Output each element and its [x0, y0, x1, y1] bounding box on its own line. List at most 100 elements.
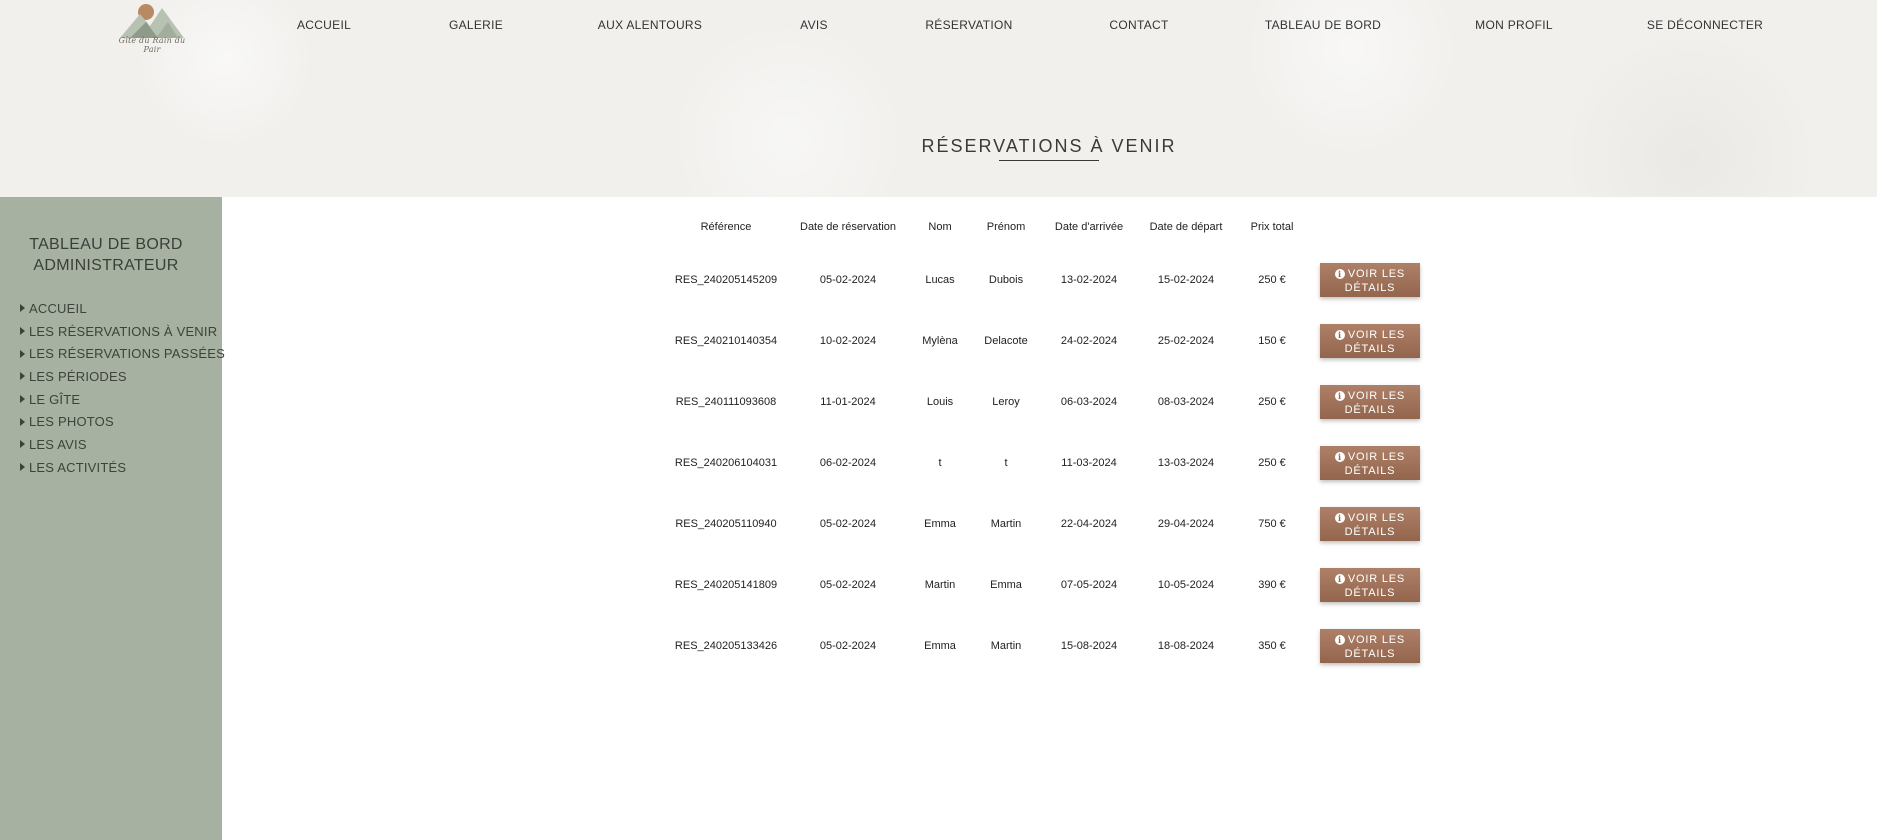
info-icon: i	[1334, 513, 1345, 523]
logo-text: Gîte du Rain du Pair	[118, 36, 186, 54]
table-row: RES_240205110940 05-02-2024 Emma Martin …	[0, 507, 1877, 541]
nav-reservation[interactable]: RÉSERVATION	[925, 18, 1012, 32]
cell-prenom: t	[1004, 457, 1008, 469]
button-label-line2: DÉTAILS	[1344, 587, 1396, 599]
view-details-button[interactable]: i VOIR LES DÉTAILS	[1320, 568, 1420, 602]
cell-date-arrivee: 11-03-2024	[1061, 457, 1117, 469]
nav-tableau-de-bord[interactable]: TABLEAU DE BORD	[1265, 18, 1381, 32]
table-row: RES_240205133426 05-02-2024 Emma Martin …	[0, 629, 1877, 663]
view-details-button[interactable]: i VOIR LES DÉTAILS	[1320, 263, 1420, 297]
nav-avis[interactable]: AVIS	[800, 18, 828, 32]
cell-prix-total: 150 €	[1258, 335, 1286, 347]
cell-prenom: Dubois	[988, 274, 1024, 286]
cell-reference: RES_240205110940	[675, 518, 777, 530]
button-label-line2: DÉTAILS	[1344, 343, 1396, 355]
cell-nom: Emma	[924, 518, 956, 530]
cell-prenom: Delacote	[984, 335, 1028, 347]
cell-reference: RES_240205145209	[674, 274, 778, 286]
cell-date-reservation: 11-01-2024	[820, 396, 876, 408]
header-date-arrivee: Date d'arrivée	[1054, 221, 1124, 233]
sidebar-title-line1: TABLEAU DE BORD	[29, 236, 183, 253]
table-row: RES_240206104031 06-02-2024 t t 11-03-20…	[0, 446, 1877, 480]
cell-date-arrivee: 24-02-2024	[1060, 335, 1118, 347]
caret-right-icon	[20, 304, 25, 313]
table-row: RES_240205145209 05-02-2024 Lucas Dubois…	[0, 263, 1877, 297]
cell-reference: RES_240206104031	[674, 457, 778, 469]
button-label-line2: DÉTAILS	[1344, 648, 1396, 660]
header-reference: Référence	[700, 221, 752, 233]
button-label-line1: VOIR LES	[1347, 512, 1406, 524]
nav-mon-profil[interactable]: MON PROFIL	[1475, 18, 1553, 32]
cell-reference: RES_240205141809	[674, 579, 778, 591]
cell-date-depart: 10-05-2024	[1157, 579, 1215, 591]
cell-date-depart: 29-04-2024	[1157, 518, 1215, 530]
title-underline	[999, 160, 1099, 161]
info-icon: i	[1334, 574, 1345, 584]
button-label-line1: VOIR LES	[1347, 573, 1406, 585]
cell-date-depart: 08-03-2024	[1157, 396, 1215, 408]
table-row: RES_240205141809 05-02-2024 Martin Emma …	[0, 568, 1877, 602]
cell-nom: t	[938, 457, 942, 469]
header-date-reservation: Date de réservation	[800, 221, 896, 233]
cell-nom: Mylèna	[922, 335, 958, 347]
view-details-button[interactable]: i VOIR LES DÉTAILS	[1320, 446, 1420, 480]
cell-date-arrivee: 06-03-2024	[1060, 396, 1118, 408]
header-prenom: Prénom	[986, 221, 1026, 233]
caret-right-icon	[20, 372, 25, 381]
info-icon: i	[1334, 391, 1345, 401]
cell-nom: Emma	[924, 640, 956, 652]
cell-date-reservation: 06-02-2024	[819, 457, 877, 469]
info-icon: i	[1334, 452, 1345, 462]
cell-date-arrivee: 15-08-2024	[1060, 640, 1118, 652]
sidebar-item-label: ACCUEIL	[29, 300, 87, 316]
cell-prenom: Martin	[990, 518, 1022, 530]
cell-prix-total: 250 €	[1258, 457, 1286, 469]
cell-date-reservation: 05-02-2024	[819, 640, 877, 652]
header-nom: Nom	[928, 221, 952, 233]
table-row: RES_240210140354 10-02-2024 Mylèna Delac…	[0, 324, 1877, 358]
cell-date-depart: 25-02-2024	[1157, 335, 1215, 347]
cell-nom: Louis	[926, 396, 954, 408]
info-icon: i	[1334, 269, 1345, 279]
nav-aux-alentours[interactable]: AUX ALENTOURS	[598, 18, 702, 32]
button-label-line1: VOIR LES	[1347, 634, 1406, 646]
view-details-button[interactable]: i VOIR LES DÉTAILS	[1320, 324, 1420, 358]
cell-nom: Martin	[924, 579, 956, 591]
button-label-line1: VOIR LES	[1347, 390, 1406, 402]
header-date-depart: Date de départ	[1149, 221, 1223, 233]
main-nav: ACCUEIL GALERIE AUX ALENTOURS AVIS RÉSER…	[0, 18, 1877, 38]
cell-date-arrivee: 13-02-2024	[1060, 274, 1118, 286]
cell-reference: RES_240111093608	[675, 396, 777, 408]
cell-prix-total: 350 €	[1258, 640, 1286, 652]
cell-prenom: Leroy	[992, 396, 1020, 408]
cell-date-reservation: 05-02-2024	[819, 579, 877, 591]
button-label-line2: DÉTAILS	[1344, 526, 1396, 538]
table-row: RES_240111093608 11-01-2024 Louis Leroy …	[0, 385, 1877, 419]
page-title: RÉSERVATIONS À VENIR	[921, 136, 1177, 156]
button-label-line2: DÉTAILS	[1344, 282, 1396, 294]
cell-date-depart: 13-03-2024	[1157, 457, 1215, 469]
header-band: Gîte du Rain du Pair ACCUEIL GALERIE AUX…	[0, 0, 1877, 197]
cell-reference: RES_240205133426	[674, 640, 778, 652]
nav-galerie[interactable]: GALERIE	[449, 18, 503, 32]
view-details-button[interactable]: i VOIR LES DÉTAILS	[1320, 385, 1420, 419]
view-details-button[interactable]: i VOIR LES DÉTAILS	[1320, 507, 1420, 541]
cell-nom: Lucas	[925, 274, 955, 286]
sidebar-item-accueil[interactable]: ACCUEIL	[20, 297, 225, 320]
view-details-button[interactable]: i VOIR LES DÉTAILS	[1320, 629, 1420, 663]
button-label-line2: DÉTAILS	[1344, 404, 1396, 416]
cell-date-arrivee: 22-04-2024	[1060, 518, 1118, 530]
info-icon: i	[1334, 330, 1345, 340]
cell-prix-total: 390 €	[1258, 579, 1286, 591]
nav-se-deconnecter[interactable]: SE DÉCONNECTER	[1647, 18, 1763, 32]
nav-accueil[interactable]: ACCUEIL	[297, 18, 351, 32]
cell-reference: RES_240210140354	[674, 335, 778, 347]
nav-contact[interactable]: CONTACT	[1109, 18, 1168, 32]
header-prix-total: Prix total	[1250, 221, 1294, 233]
cell-date-depart: 18-08-2024	[1157, 640, 1215, 652]
cell-date-reservation: 10-02-2024	[819, 335, 877, 347]
cell-prenom: Martin	[990, 640, 1022, 652]
sidebar-item-label: LES PÉRIODES	[29, 368, 127, 384]
cell-prix-total: 250 €	[1258, 396, 1286, 408]
button-label-line2: DÉTAILS	[1344, 465, 1396, 477]
